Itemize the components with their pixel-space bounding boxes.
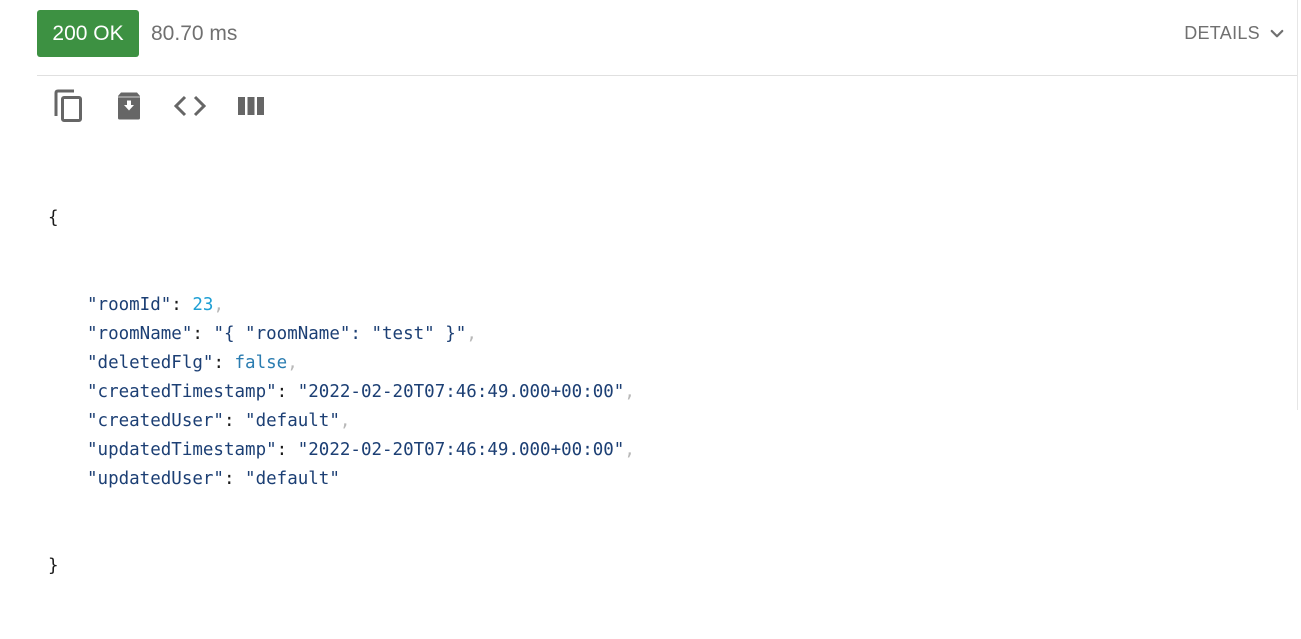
response-time: 80.70 ms: [151, 22, 238, 45]
json-field-row: "updatedTimestamp": "2022-02-20T07:46:49…: [48, 436, 635, 465]
download-icon: [118, 92, 140, 120]
json-value: "default": [245, 411, 340, 431]
json-colon: :: [171, 295, 193, 315]
json-field-row: "roomId": 23,: [48, 291, 635, 320]
response-panel: 200 OK 80.70 ms DETAILS {"roomId": 23, …: [37, 0, 1298, 576]
copy-icon: [54, 89, 82, 122]
json-value: "2022-02-20T07:46:49.000+00:00": [297, 382, 625, 402]
json-field-row: "roomName": "{ "roomName": "test" }",: [48, 320, 635, 349]
json-field-row: "deletedFlg": false,: [48, 349, 635, 378]
json-field-row: "updatedUser": "default": [48, 465, 635, 494]
download-button[interactable]: [111, 87, 147, 125]
details-label: DETAILS: [1184, 23, 1260, 43]
json-colon: :: [223, 469, 246, 489]
json-comma: ,: [339, 411, 351, 431]
json-open-brace-line: {: [48, 204, 635, 233]
json-close-brace-line: }: [48, 552, 635, 581]
json-key: "updatedUser": [87, 469, 224, 489]
chevron-down-icon: [1270, 29, 1284, 37]
panel-right-edge: [1297, 0, 1298, 410]
json-key: "roomId": [87, 295, 172, 315]
json-comma: ,: [624, 440, 635, 460]
view-columns-button[interactable]: [233, 87, 269, 125]
json-field-row: "createdTimestamp": "2022-02-20T07:46:49…: [48, 378, 635, 407]
json-value: "default": [245, 469, 340, 489]
json-key: "createdUser": [87, 411, 224, 431]
json-field-row: "createdUser": "default",: [48, 407, 635, 436]
json-comma: ,: [624, 382, 635, 402]
columns-icon: [238, 97, 264, 115]
status-row: 200 OK 80.70 ms DETAILS: [37, 10, 1298, 57]
json-value: "2022-02-20T07:46:49.000+00:00": [297, 440, 625, 460]
json-comma: ,: [466, 324, 477, 344]
json-value: 23: [192, 295, 214, 315]
json-colon: :: [223, 411, 246, 431]
status-badge: 200 OK: [37, 10, 139, 57]
response-toolbar: [50, 87, 294, 125]
json-key: "deletedFlg": [87, 353, 214, 373]
json-fields: "roomId": 23, "roomName": "{ "roomName": …: [48, 291, 635, 494]
json-close-brace: }: [48, 556, 59, 576]
json-colon: :: [192, 324, 214, 344]
header-divider: [37, 75, 1298, 76]
view-code-button[interactable]: [172, 87, 208, 125]
json-response-body: { "roomId": 23, "roomName": "{ "roomName"…: [48, 146, 635, 639]
details-toggle[interactable]: DETAILS: [1184, 10, 1286, 57]
json-colon: :: [276, 440, 298, 460]
json-open-brace: {: [48, 208, 59, 228]
code-icon: [174, 95, 206, 117]
json-key: "roomName": [87, 324, 193, 344]
copy-button[interactable]: [50, 87, 86, 125]
json-colon: :: [213, 353, 235, 373]
json-comma: ,: [213, 295, 224, 315]
json-key: "createdTimestamp": [87, 382, 277, 402]
json-value: "{ "roomName": "test" }": [213, 324, 467, 344]
json-key: "updatedTimestamp": [87, 440, 277, 460]
json-comma: ,: [287, 353, 298, 373]
json-value: false: [234, 353, 288, 373]
json-colon: :: [276, 382, 298, 402]
